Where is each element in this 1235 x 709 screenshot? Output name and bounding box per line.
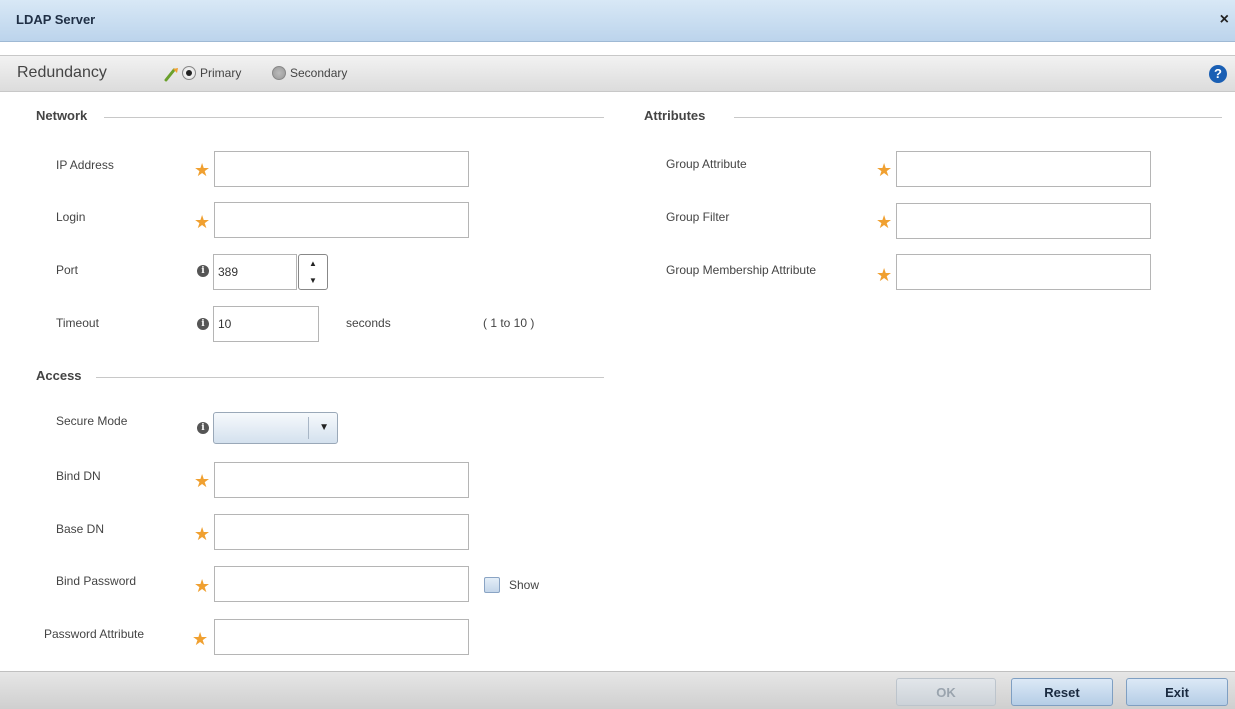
- access-section-title: Access: [36, 368, 82, 383]
- radio-primary-label: Primary: [200, 66, 242, 80]
- bind-dn-label: Bind DN: [56, 469, 101, 483]
- secure-mode-select[interactable]: ▼: [213, 412, 338, 444]
- attributes-section-title: Attributes: [644, 108, 706, 123]
- help-icon[interactable]: ?: [1209, 65, 1227, 83]
- group-membership-attribute-input[interactable]: [896, 254, 1151, 290]
- info-icon: i: [197, 422, 209, 434]
- reset-button[interactable]: Reset: [1011, 678, 1113, 706]
- bind-password-input[interactable]: [214, 566, 469, 602]
- required-star-icon: ★: [194, 471, 211, 491]
- stepper-up-icon[interactable]: ▲: [309, 259, 317, 268]
- redundancy-label: Redundancy: [17, 64, 107, 81]
- base-dn-input[interactable]: [214, 514, 469, 550]
- show-password-checkbox[interactable]: [484, 577, 500, 593]
- bind-dn-input[interactable]: [214, 462, 469, 498]
- network-divider: [104, 117, 604, 118]
- override-icon: [164, 68, 178, 82]
- access-divider: [96, 377, 604, 378]
- radio-primary[interactable]: Primary: [182, 66, 241, 80]
- window-titlebar: LDAP Server ×: [0, 0, 1235, 42]
- password-attribute-label: Password Attribute: [44, 627, 145, 641]
- required-star-icon: ★: [192, 629, 209, 649]
- ip-address-input[interactable]: [214, 151, 469, 187]
- ok-button[interactable]: OK: [896, 678, 996, 706]
- select-divider: [308, 417, 309, 439]
- base-dn-label: Base DN: [56, 522, 105, 536]
- timeout-input[interactable]: [213, 306, 319, 342]
- radio-secondary-dot[interactable]: [272, 66, 286, 80]
- radio-primary-dot[interactable]: [182, 66, 196, 80]
- group-attribute-label: Group Attribute: [666, 157, 747, 171]
- group-attribute-input[interactable]: [896, 151, 1151, 187]
- redundancy-bar: Redundancy Primary Secondary ?: [0, 55, 1235, 92]
- stepper-down-icon[interactable]: ▼: [309, 276, 317, 285]
- info-icon: i: [197, 265, 209, 277]
- exit-button[interactable]: Exit: [1126, 678, 1228, 706]
- group-membership-attribute-label: Group Membership Attribute: [666, 263, 817, 277]
- chevron-down-icon[interactable]: ▼: [319, 422, 329, 433]
- group-filter-input[interactable]: [896, 203, 1151, 239]
- required-star-icon: ★: [876, 212, 893, 232]
- required-star-icon: ★: [876, 265, 893, 285]
- timeout-unit: seconds: [346, 316, 391, 330]
- close-icon[interactable]: ×: [1220, 12, 1229, 28]
- ip-address-label: IP Address: [56, 158, 114, 172]
- port-label: Port: [56, 263, 79, 277]
- network-section-title: Network: [36, 108, 88, 123]
- timeout-range: ( 1 to 10 ): [483, 316, 535, 330]
- attributes-divider: [734, 117, 1222, 118]
- bind-password-label: Bind Password: [56, 574, 137, 588]
- group-filter-label: Group Filter: [666, 210, 730, 224]
- timeout-label: Timeout: [56, 316, 99, 330]
- required-star-icon: ★: [194, 160, 211, 180]
- login-input[interactable]: [214, 202, 469, 238]
- port-input[interactable]: [213, 254, 297, 290]
- required-star-icon: ★: [194, 576, 211, 596]
- required-star-icon: ★: [876, 160, 893, 180]
- port-stepper[interactable]: ▲ ▼: [298, 254, 328, 290]
- radio-secondary[interactable]: Secondary: [272, 66, 347, 80]
- required-star-icon: ★: [194, 212, 211, 232]
- info-icon: i: [197, 318, 209, 330]
- secure-mode-label: Secure Mode: [56, 414, 128, 428]
- show-password-label: Show: [509, 578, 540, 592]
- radio-secondary-label: Secondary: [290, 66, 348, 80]
- window-title: LDAP Server: [16, 12, 96, 27]
- dialog-footer: OK Reset Exit: [0, 671, 1235, 709]
- login-label: Login: [56, 210, 86, 224]
- required-star-icon: ★: [194, 524, 211, 544]
- password-attribute-input[interactable]: [214, 619, 469, 655]
